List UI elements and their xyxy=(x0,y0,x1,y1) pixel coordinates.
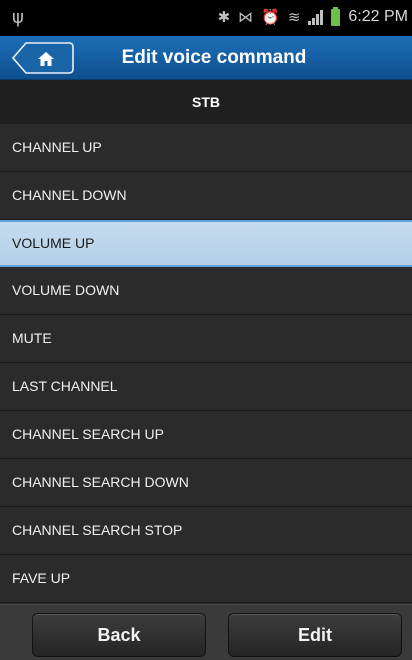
bluetooth-icon: ✱ xyxy=(217,8,231,26)
list-item-channel-search-stop[interactable]: CHANNEL SEARCH STOP xyxy=(0,507,412,555)
edit-button[interactable]: Edit xyxy=(228,613,402,657)
wifi-icon: ≋ xyxy=(287,8,301,26)
status-icons: ✱ ⋈ ⏰ ≋ 6:22 PM xyxy=(217,6,408,26)
command-list[interactable]: CHANNEL UP CHANNEL DOWN VOLUME UP VOLUME… xyxy=(0,124,412,604)
list-item-mute[interactable]: MUTE xyxy=(0,315,412,363)
title-bar: Edit voice command xyxy=(0,36,412,80)
status-bar: ψ ✱ ⋈ ⏰ ≋ 6:22 PM xyxy=(0,0,412,36)
alarm-icon: ⏰ xyxy=(261,8,280,26)
signal-icon xyxy=(308,9,324,25)
back-button[interactable]: Back xyxy=(32,613,206,657)
section-header-stb: STB xyxy=(0,80,412,125)
list-item-volume-down[interactable]: VOLUME DOWN xyxy=(0,267,412,315)
list-item-last-channel[interactable]: LAST CHANNEL xyxy=(0,363,412,411)
list-item-channel-up[interactable]: CHANNEL UP xyxy=(0,124,412,172)
list-item-volume-up[interactable]: VOLUME UP xyxy=(0,220,412,267)
bottom-bar: Back Edit xyxy=(0,604,412,660)
list-item-channel-search-down[interactable]: CHANNEL SEARCH DOWN xyxy=(0,459,412,507)
list-item-fave-up[interactable]: FAVE UP xyxy=(0,555,412,603)
page-title: Edit voice command xyxy=(121,47,307,68)
vibrate-icon: ⋈ xyxy=(238,8,254,26)
app-screen: ψ ✱ ⋈ ⏰ ≋ 6:22 PM Edit voice command STB xyxy=(0,0,412,660)
battery-icon xyxy=(331,6,341,26)
list-item-channel-down[interactable]: CHANNEL DOWN xyxy=(0,172,412,220)
usb-icon: ψ xyxy=(12,7,24,28)
status-time: 6:22 PM xyxy=(348,8,408,25)
list-item-channel-search-up[interactable]: CHANNEL SEARCH UP xyxy=(0,411,412,459)
